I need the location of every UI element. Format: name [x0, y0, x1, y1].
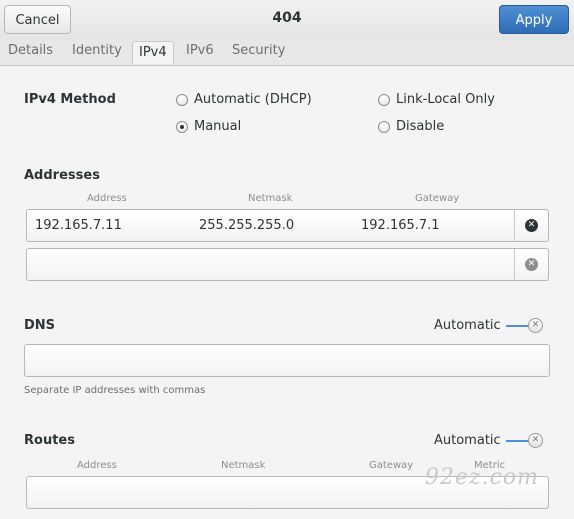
radio-circle: [176, 93, 188, 106]
routes-column-netmask: Netmask: [221, 460, 266, 471]
routes-automatic-switch[interactable]: ✕: [506, 433, 546, 449]
switch-knob: ✕: [528, 433, 543, 448]
ipv4-method-label: IPv4 Method: [24, 92, 116, 107]
header-bar: Cancel 404 Apply: [0, 0, 574, 41]
radio-label: Link-Local Only: [396, 92, 495, 107]
address-input[interactable]: 192.165.7.11: [35, 218, 122, 233]
dns-automatic-label: Automatic: [434, 318, 501, 333]
radio-link-local-only[interactable]: Link-Local Only: [378, 92, 495, 107]
routes-automatic-label: Automatic: [434, 433, 501, 448]
address-row-empty: ✕: [26, 248, 549, 281]
apply-button[interactable]: Apply: [499, 5, 569, 34]
tab-identity[interactable]: Identity: [72, 43, 122, 58]
tab-security[interactable]: Security: [232, 43, 285, 58]
close-icon: ✕: [525, 258, 538, 271]
switch-knob: ✕: [528, 318, 543, 333]
radio-manual[interactable]: Manual: [176, 119, 241, 134]
tab-ipv6[interactable]: IPv6: [186, 43, 214, 58]
radio-disable[interactable]: Disable: [378, 119, 444, 134]
gateway-input[interactable]: 192.165.7.1: [361, 218, 440, 233]
radio-circle-checked: [176, 120, 188, 133]
radio-label: Automatic (DHCP): [194, 92, 312, 107]
dns-hint: Separate IP addresses with commas: [24, 385, 206, 396]
window-title: 404: [272, 10, 302, 26]
radio-label: Disable: [396, 119, 445, 134]
close-icon: ✕: [525, 219, 538, 232]
delete-address-button[interactable]: ✕: [514, 249, 548, 280]
tab-ipv4[interactable]: IPv4: [132, 41, 174, 64]
routes-heading: Routes: [24, 433, 75, 448]
radio-circle: [378, 120, 390, 133]
radio-circle: [378, 93, 390, 106]
addresses-heading: Addresses: [24, 168, 100, 183]
tab-bar: Details Identity IPv4 IPv6 Security: [0, 40, 574, 66]
column-header-address: Address: [87, 193, 127, 204]
delete-address-button[interactable]: ✕: [514, 210, 548, 241]
dns-automatic-switch[interactable]: ✕: [506, 318, 546, 334]
watermark: 92ez.com: [425, 465, 540, 490]
dns-servers-input[interactable]: [24, 344, 550, 377]
routes-column-gateway: Gateway: [369, 460, 414, 471]
column-header-netmask: Netmask: [248, 193, 293, 204]
routes-column-address: Address: [77, 460, 117, 471]
radio-label: Manual: [194, 119, 242, 134]
tab-details[interactable]: Details: [8, 43, 53, 58]
dns-heading: DNS: [24, 318, 56, 333]
radio-automatic-dhcp[interactable]: Automatic (DHCP): [176, 92, 312, 107]
netmask-input[interactable]: 255.255.255.0: [199, 218, 294, 233]
address-row: 192.165.7.11 255.255.255.0 192.165.7.1 ✕: [26, 209, 549, 242]
column-header-gateway: Gateway: [415, 193, 460, 204]
